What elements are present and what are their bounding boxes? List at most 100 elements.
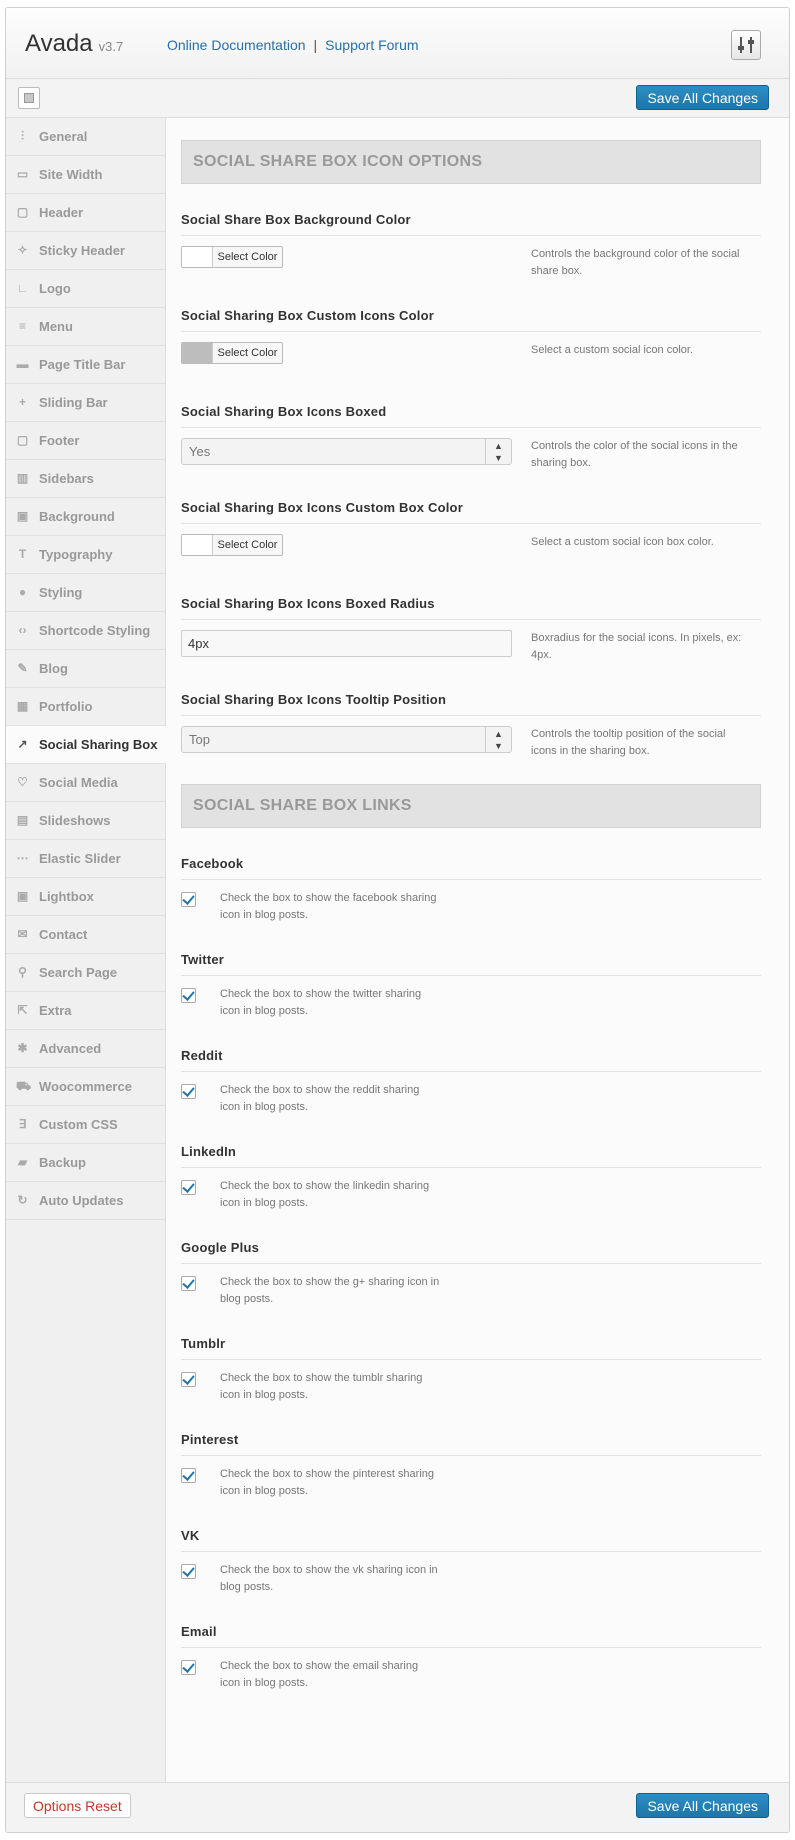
sidebar-item-lightbox[interactable]: ▣ Lightbox	[6, 878, 165, 916]
option-description: Check the box to show the facebook shari…	[220, 892, 437, 921]
sidebar-item-woocommerce[interactable]: ⛟ Woocommerce	[6, 1068, 165, 1106]
sidebar-item-sidebars[interactable]: ▥ Sidebars	[6, 460, 165, 498]
sidebar-item-social-media[interactable]: ♡ Social Media	[6, 764, 165, 802]
option-title: LinkedIn	[181, 1144, 761, 1168]
sidebar-item-label: Search Page	[39, 965, 118, 980]
brand-name: Avada	[25, 30, 93, 57]
sidebar-item-menu[interactable]: ≡ Menu	[6, 308, 165, 346]
sidebar-item-label: Slideshows	[39, 813, 111, 828]
sidebar-item-slideshows[interactable]: ▤ Slideshows	[6, 802, 165, 840]
title-bar-icon: ▬	[16, 357, 29, 371]
sidebar-item-label: Header	[39, 205, 84, 220]
section-title-icon-options: SOCIAL SHARE BOX ICON OPTIONS	[181, 140, 761, 184]
sidebar-item-styling[interactable]: ● Styling	[6, 574, 165, 612]
sidebar-item-label: Shortcode Styling	[39, 623, 151, 638]
show-pinterest-checkbox[interactable]	[181, 1468, 196, 1483]
option-title: Email	[181, 1624, 761, 1648]
portfolio-icon: ▦	[16, 699, 29, 713]
brand: Avada v3.7	[25, 30, 123, 58]
expand-toggle-button[interactable]	[18, 87, 40, 109]
background-color-picker[interactable]: Select Color	[181, 246, 283, 268]
sidebar-item-contact[interactable]: ✉ Contact	[6, 916, 165, 954]
option-title: Social Share Box Background Color	[181, 212, 761, 236]
share-link-option: Check the box to show the email sharing …	[181, 1658, 761, 1692]
sidebar-item-advanced[interactable]: ✱ Advanced	[6, 1030, 165, 1068]
sidebar-item-logo[interactable]: ∟ Logo	[6, 270, 165, 308]
select-color-label: Select Color	[217, 251, 278, 263]
sidebar-item-typography[interactable]: T Typography	[6, 536, 165, 574]
sidebar-item-page-title-bar[interactable]: ▬ Page Title Bar	[6, 346, 165, 384]
share-icon: ↗	[17, 737, 28, 751]
show-tumblr-checkbox[interactable]	[181, 1372, 196, 1387]
online-documentation-link[interactable]: Online Documentation	[167, 37, 306, 53]
share-link-option: Check the box to show the vk sharing ico…	[181, 1562, 761, 1596]
sidebar-item-label: Advanced	[39, 1041, 102, 1056]
show-twitter-checkbox[interactable]	[181, 988, 196, 1003]
sidebar-item-footer[interactable]: ▢ Footer	[6, 422, 165, 460]
option-title: Tumblr	[181, 1336, 761, 1360]
option-title: Facebook	[181, 856, 761, 880]
typography-icon: T	[18, 547, 27, 561]
option-description: Controls the tooltip position of the soc…	[531, 728, 726, 757]
options-panel: Avada v3.7 Online Documentation | Support F…	[5, 7, 790, 1833]
sidebar-item-blog[interactable]: ✎ Blog	[6, 650, 165, 688]
sidebar-item-label: Contact	[39, 927, 88, 942]
option-icons-boxed: Yes ▲ ▼ Controls the color of the social …	[181, 438, 761, 472]
sidebar-item-sticky-header[interactable]: ✧ Sticky Header	[6, 232, 165, 270]
icons-boxed-select[interactable]: Yes ▲ ▼	[181, 438, 512, 465]
option-boxed-radius: 4px Boxradius for the social icons. In p…	[181, 630, 761, 664]
show-email-checkbox[interactable]	[181, 1660, 196, 1675]
support-forum-link[interactable]: Support Forum	[325, 37, 418, 53]
box-color-picker[interactable]: Select Color	[181, 534, 283, 556]
boxed-radius-input[interactable]: 4px	[181, 630, 512, 657]
sidebar-item-general[interactable]: ⫶ General	[6, 118, 165, 156]
option-title: Reddit	[181, 1048, 761, 1072]
option-icons-color: Select Color Select a custom social icon…	[181, 342, 761, 376]
sidebars-icon: ▥	[16, 471, 29, 485]
icons-color-picker[interactable]: Select Color	[181, 342, 283, 364]
option-title: Social Sharing Box Custom Icons Color	[181, 308, 761, 332]
sidebar-item-auto-updates[interactable]: ↻ Auto Updates	[6, 1182, 165, 1220]
sidebar-item-label: Woocommerce	[39, 1079, 132, 1094]
sidebar-item-header[interactable]: ▢ Header	[6, 194, 165, 232]
sidebar-item-sliding-bar[interactable]: + Sliding Bar	[6, 384, 165, 422]
sidebar-item-shortcode-styling[interactable]: ‹› Shortcode Styling	[6, 612, 165, 650]
css-icon: ∃	[18, 1117, 27, 1131]
option-title: Social Sharing Box Icons Boxed	[181, 404, 761, 428]
sidebar-item-label: Blog	[39, 661, 68, 676]
option-description: Controls the background color of the soc…	[531, 248, 740, 277]
share-link-option: Check the box to show the twitter sharin…	[181, 986, 761, 1020]
show-google-plus-checkbox[interactable]	[181, 1276, 196, 1291]
sidebar-item-label: Custom CSS	[39, 1117, 118, 1132]
sidebar-item-custom-css[interactable]: ∃ Custom CSS	[6, 1106, 165, 1144]
option-description: Check the box to show the linkedin shari…	[220, 1180, 430, 1209]
settings-button[interactable]	[731, 30, 761, 60]
sidebar-item-label: Footer	[39, 433, 80, 448]
show-reddit-checkbox[interactable]	[181, 1084, 196, 1099]
sidebar-item-portfolio[interactable]: ▦ Portfolio	[6, 688, 165, 726]
refresh-icon: ↻	[17, 1193, 28, 1207]
sidebar-item-elastic-slider[interactable]: ⋯ Elastic Slider	[6, 840, 165, 878]
sidebar-item-background[interactable]: ▣ Background	[6, 498, 165, 536]
show-vk-checkbox[interactable]	[181, 1564, 196, 1579]
sidebar-item-social-sharing-box[interactable]: ↗ Social Sharing Box	[6, 726, 166, 764]
top-toolbar: Save All Changes	[6, 79, 789, 118]
show-facebook-checkbox[interactable]	[181, 892, 196, 907]
share-link-option: Check the box to show the pinterest shar…	[181, 1466, 761, 1500]
sidebar-item-search-page[interactable]: ⚲ Search Page	[6, 954, 165, 992]
option-description: Check the box to show the reddit sharing…	[220, 1084, 420, 1113]
panel-header: Avada v3.7 Online Documentation | Support F…	[6, 8, 789, 79]
tooltip-position-select[interactable]: Top ▲ ▼	[181, 726, 512, 753]
sidebar-item-site-width[interactable]: ▭ Site Width	[6, 156, 165, 194]
plus-icon: +	[18, 395, 26, 409]
section-title-share-links: SOCIAL SHARE BOX LINKS	[181, 784, 761, 828]
options-reset-button[interactable]: Options Reset	[24, 1793, 131, 1818]
sidebar-item-backup[interactable]: ▰ Backup	[6, 1144, 165, 1182]
option-title: Social Sharing Box Icons Tooltip Positio…	[181, 692, 761, 716]
show-linkedin-checkbox[interactable]	[181, 1180, 196, 1195]
sidebar-item-extra[interactable]: ⇱ Extra	[6, 992, 165, 1030]
code-icon: ‹›	[18, 623, 27, 637]
save-all-changes-button[interactable]: Save All Changes	[636, 85, 769, 110]
save-all-changes-button-footer[interactable]: Save All Changes	[636, 1793, 769, 1818]
option-description: Check the box to show the email sharing …	[220, 1660, 419, 1689]
